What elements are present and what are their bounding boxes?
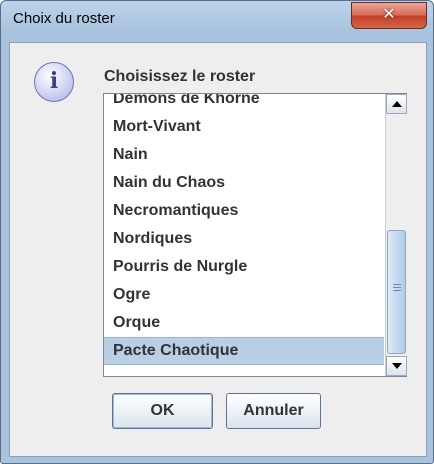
info-icon-glyph: i (49, 68, 59, 94)
prompt-label: Choisissez le roster (104, 68, 256, 85)
close-button[interactable]: ✕ (351, 2, 427, 29)
arrow-down-icon (392, 363, 402, 369)
grip-icon (393, 284, 401, 292)
list-item[interactable]: Orque (104, 309, 384, 337)
info-icon: i (34, 62, 74, 102)
list-item[interactable]: Pourris de Nurgle (104, 253, 384, 281)
list-item[interactable]: Ogre (104, 281, 384, 309)
list-item[interactable]: Nain du Chaos (104, 169, 384, 197)
ok-button[interactable]: OK (112, 393, 213, 429)
window-title: Choix du roster (13, 10, 115, 27)
dialog-window: Choix du roster ✕ i Choisissez le roster… (0, 0, 434, 464)
roster-listbox[interactable]: Démons de Khorne Mort-Vivant Nain Nain d… (103, 93, 407, 377)
list-item[interactable]: Nain (104, 141, 384, 169)
scroll-down-button[interactable] (386, 356, 407, 376)
list-item[interactable]: Necromantiques (104, 197, 384, 225)
arrow-up-icon (392, 101, 402, 107)
list-item[interactable]: Démons de Khorne (104, 94, 384, 113)
vertical-scrollbar[interactable] (385, 94, 407, 376)
scroll-up-button[interactable] (386, 94, 407, 114)
dialog-content: i Choisissez le roster Démons de Khorne … (9, 42, 427, 457)
scrollbar-thumb[interactable] (387, 230, 406, 354)
list-item[interactable]: Mort-Vivant (104, 113, 384, 141)
roster-list[interactable]: Démons de Khorne Mort-Vivant Nain Nain d… (104, 94, 384, 376)
list-item-selected[interactable]: Pacte Chaotique (104, 337, 384, 365)
title-bar[interactable]: Choix du roster ✕ (1, 1, 433, 41)
cancel-button[interactable]: Annuler (226, 393, 321, 429)
close-icon: ✕ (382, 4, 396, 23)
list-item[interactable]: Nordiques (104, 225, 384, 253)
